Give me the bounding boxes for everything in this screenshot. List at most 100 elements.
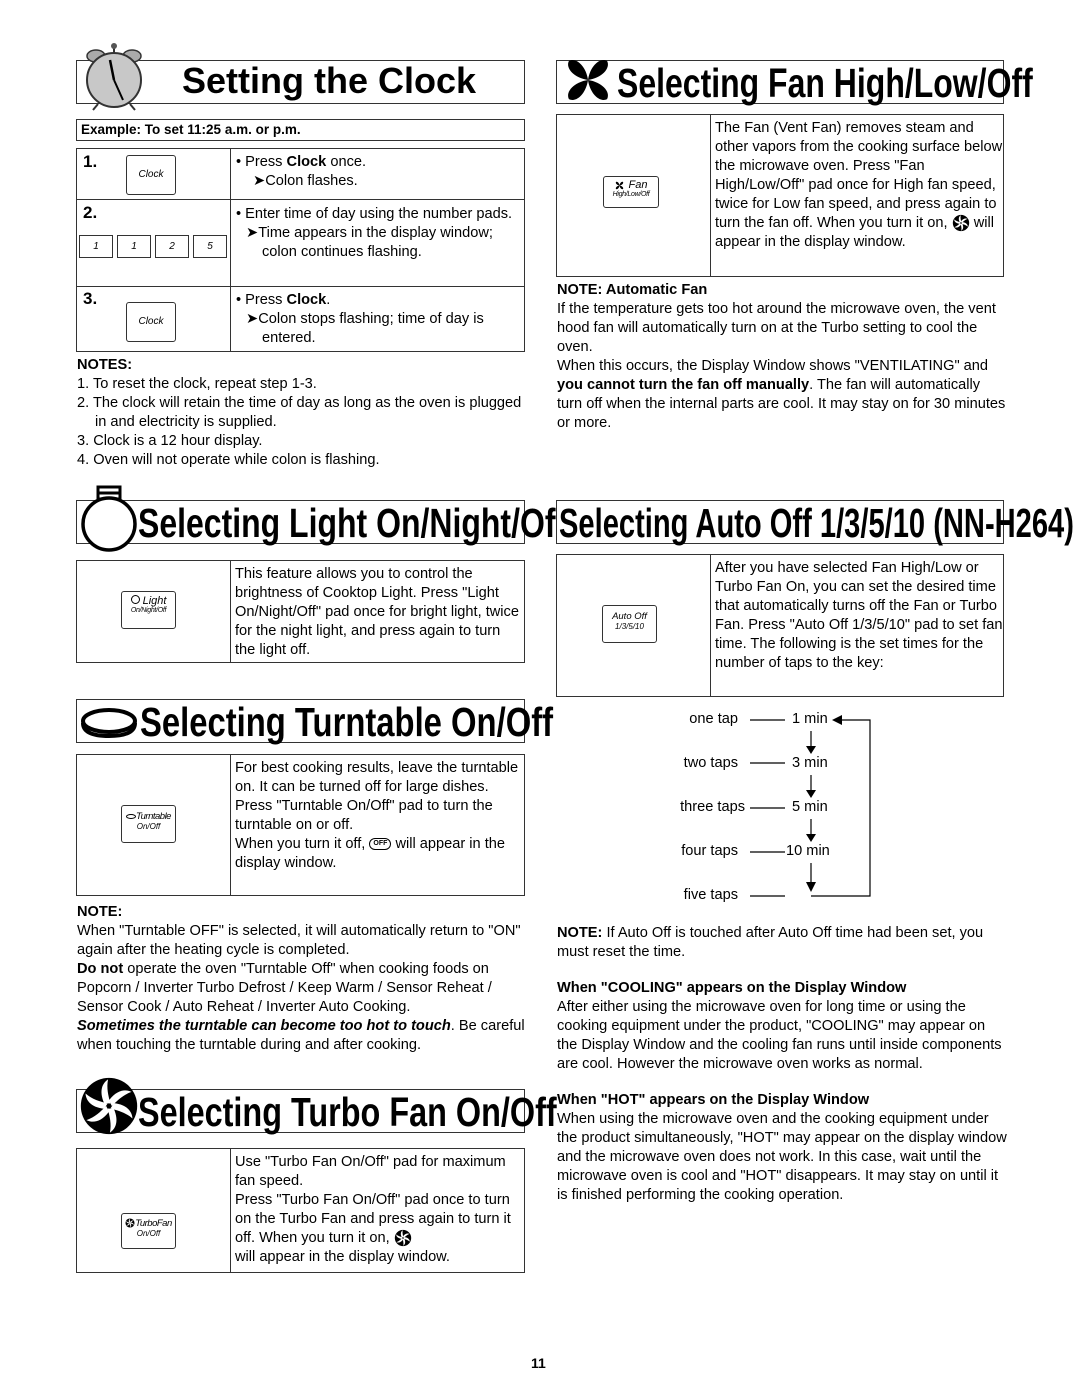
fan-table: Fan High/Low/Off The Fan (Vent Fan) remo… bbox=[556, 114, 1004, 277]
text: • Press bbox=[236, 154, 287, 170]
text: If the temperature gets too hot around t… bbox=[557, 301, 996, 355]
alarm-clock-icon bbox=[86, 43, 142, 111]
arrow-icon: ➤ bbox=[253, 173, 266, 189]
note-label: NOTE: bbox=[557, 925, 603, 941]
hot-text: When using the microwave oven and the co… bbox=[557, 1111, 1007, 1203]
notes-heading: NOTES: bbox=[77, 357, 133, 373]
light-table: Light On/Night/Off This feature allows y… bbox=[76, 560, 525, 663]
text-bold: Clock bbox=[286, 154, 327, 170]
note-heading: NOTE: bbox=[77, 904, 123, 920]
text: When "Turntable OFF" is selected, it wil… bbox=[77, 923, 521, 958]
clock-example-box: Example: To set 11:25 a.m. or p.m. bbox=[76, 119, 525, 141]
turbo-title: Selecting Turbo Fan On/Off bbox=[138, 1089, 557, 1135]
clock-steps-table: 1. Clock • Press Clock once. ➤Colon flas… bbox=[76, 148, 525, 352]
tap-time: 5 min bbox=[792, 799, 828, 815]
turbo-fan-on-off-pad[interactable]: TurboFan On/Off bbox=[121, 1213, 176, 1249]
number-pad-2[interactable]: 2 bbox=[155, 235, 189, 258]
auto-off-description: After you have selected Fan High/Low or … bbox=[715, 560, 1003, 671]
text-bold: Do not bbox=[77, 961, 124, 977]
clock-example-text: Example: To set 11:25 a.m. or p.m. bbox=[81, 122, 301, 137]
text: Press "Turntable On/Off" pad to turn the… bbox=[235, 798, 493, 833]
turntable-mini-icon bbox=[126, 814, 137, 819]
step-number: 1. bbox=[83, 152, 98, 171]
warning-text: Sometimes the turntable can become too h… bbox=[77, 1018, 451, 1034]
pad-label: TurboFan bbox=[135, 1218, 172, 1229]
text: operate the oven "Turntable Off" when co… bbox=[77, 961, 492, 1015]
number-pad-1[interactable]: 1 bbox=[117, 235, 151, 258]
bulb-icon bbox=[130, 595, 140, 604]
text: Colon stops flashing; time of day is ent… bbox=[258, 311, 484, 346]
text: . bbox=[326, 292, 331, 308]
step-3-text: • Press Clock. ➤Colon stops flashing; ti… bbox=[236, 291, 521, 348]
pad-sublabel: On/Off bbox=[136, 1229, 161, 1238]
cooling-text: After either using the microwave oven fo… bbox=[557, 999, 1002, 1072]
clock-pad-label: Clock bbox=[138, 169, 164, 180]
pad-sublabel: On/Night/Off bbox=[130, 607, 167, 614]
arrow-icon: ➤ bbox=[246, 225, 259, 241]
text: If Auto Off is touched after Auto Off ti… bbox=[557, 925, 984, 960]
pad-sublabel: On/Off bbox=[136, 822, 161, 831]
fan-icon bbox=[564, 56, 612, 104]
turntable-note: NOTE: When "Turntable OFF" is selected, … bbox=[77, 903, 527, 1055]
fan-high-low-off-pad[interactable]: Fan High/Low/Off bbox=[603, 176, 659, 208]
step-2-text: • Enter time of day using the number pad… bbox=[236, 205, 526, 262]
step-number: 3. bbox=[83, 289, 98, 308]
number-pad-5[interactable]: 5 bbox=[193, 235, 227, 258]
turntable-description: For best cooking results, leave the turn… bbox=[235, 759, 525, 873]
tap-label: four taps bbox=[681, 843, 738, 859]
text: • Press bbox=[236, 292, 287, 308]
page-number: 11 bbox=[531, 1355, 546, 1371]
text: Use "Turbo Fan On/Off" pad for maximum f… bbox=[235, 1154, 506, 1189]
clock-pad-label: Clock bbox=[138, 316, 164, 327]
turbo-table: TurboFan On/Off Use "Turbo Fan On/Off" p… bbox=[76, 1148, 525, 1273]
note-item: 1. To reset the clock, repeat step 1-3. bbox=[77, 376, 317, 392]
cooling-heading: When "COOLING" appears on the Display Wi… bbox=[557, 980, 907, 996]
tap-diagram-arrows bbox=[750, 715, 871, 897]
fan-description: The Fan (Vent Fan) removes steam and oth… bbox=[715, 119, 1005, 252]
turbo-fan-mini-icon bbox=[125, 1218, 135, 1229]
clock-pad[interactable]: Clock bbox=[126, 155, 176, 195]
turntable-off-badge-icon: OFF bbox=[369, 838, 392, 851]
pad-sublabel: High/Low/Off bbox=[612, 191, 650, 198]
step-number: 2. bbox=[83, 203, 98, 222]
turbo-fan-display-icon bbox=[952, 214, 969, 232]
clock-pad[interactable]: Clock bbox=[126, 302, 176, 342]
tap-label: one tap bbox=[689, 711, 738, 727]
pad-label: Auto Off bbox=[612, 611, 647, 622]
auto-off-notes: NOTE: If Auto Off is touched after Auto … bbox=[557, 924, 1007, 1205]
light-title: Selecting Light On/Night/Off bbox=[138, 500, 567, 546]
text: When this occurs, the Display Window sho… bbox=[557, 358, 989, 374]
light-on-night-off-pad[interactable]: Light On/Night/Off bbox=[121, 591, 176, 629]
light-description: This feature allows you to control the b… bbox=[235, 566, 519, 658]
text: For best cooking results, leave the turn… bbox=[235, 760, 519, 795]
fan-title: Selecting Fan High/Low/Off bbox=[617, 60, 1033, 106]
turbo-fan-icon bbox=[80, 1077, 138, 1135]
note-item: 3. Clock is a 12 hour display. bbox=[77, 433, 263, 449]
tap-label: five taps bbox=[683, 887, 738, 903]
pad-label: Fan bbox=[628, 179, 648, 191]
fan-icon bbox=[615, 180, 625, 190]
fan-note-heading: NOTE: Automatic Fan bbox=[557, 282, 708, 298]
arrow-icon: ➤ bbox=[246, 311, 259, 327]
turntable-on-off-pad[interactable]: Turntable On/Off bbox=[121, 805, 176, 843]
pad-label: 1 bbox=[93, 241, 99, 252]
note-item: 2. The clock will retain the time of day… bbox=[77, 395, 522, 430]
auto-off-pad[interactable]: Auto Off 1/3/5/10 bbox=[602, 605, 657, 643]
text: Colon flashes. bbox=[265, 173, 358, 189]
auto-off-title: Selecting Auto Off 1/3/5/10 (NN-H264) bbox=[559, 500, 1074, 546]
light-bulb-icon bbox=[81, 485, 137, 552]
pad-label: 2 bbox=[169, 241, 175, 252]
turntable-icon bbox=[81, 708, 137, 739]
tap-label: two taps bbox=[683, 755, 738, 771]
tap-time: 10 min bbox=[786, 843, 830, 859]
tap-time: 1 min bbox=[792, 711, 828, 727]
text: When you turn it off, bbox=[235, 836, 366, 852]
text-bold: you cannot turn the fan off manually bbox=[557, 377, 810, 393]
turbo-description: Use "Turbo Fan On/Off" pad for maximum f… bbox=[235, 1153, 525, 1267]
turntable-table: Turntable On/Off For best cooking result… bbox=[76, 754, 525, 896]
tap-label: three taps bbox=[680, 799, 745, 815]
number-pad-1[interactable]: 1 bbox=[79, 235, 113, 258]
turbo-fan-display-icon bbox=[394, 1229, 411, 1247]
pad-sublabel: 1/3/5/10 bbox=[615, 622, 644, 631]
fan-note: NOTE: Automatic Fan If the temperature g… bbox=[557, 281, 1007, 433]
